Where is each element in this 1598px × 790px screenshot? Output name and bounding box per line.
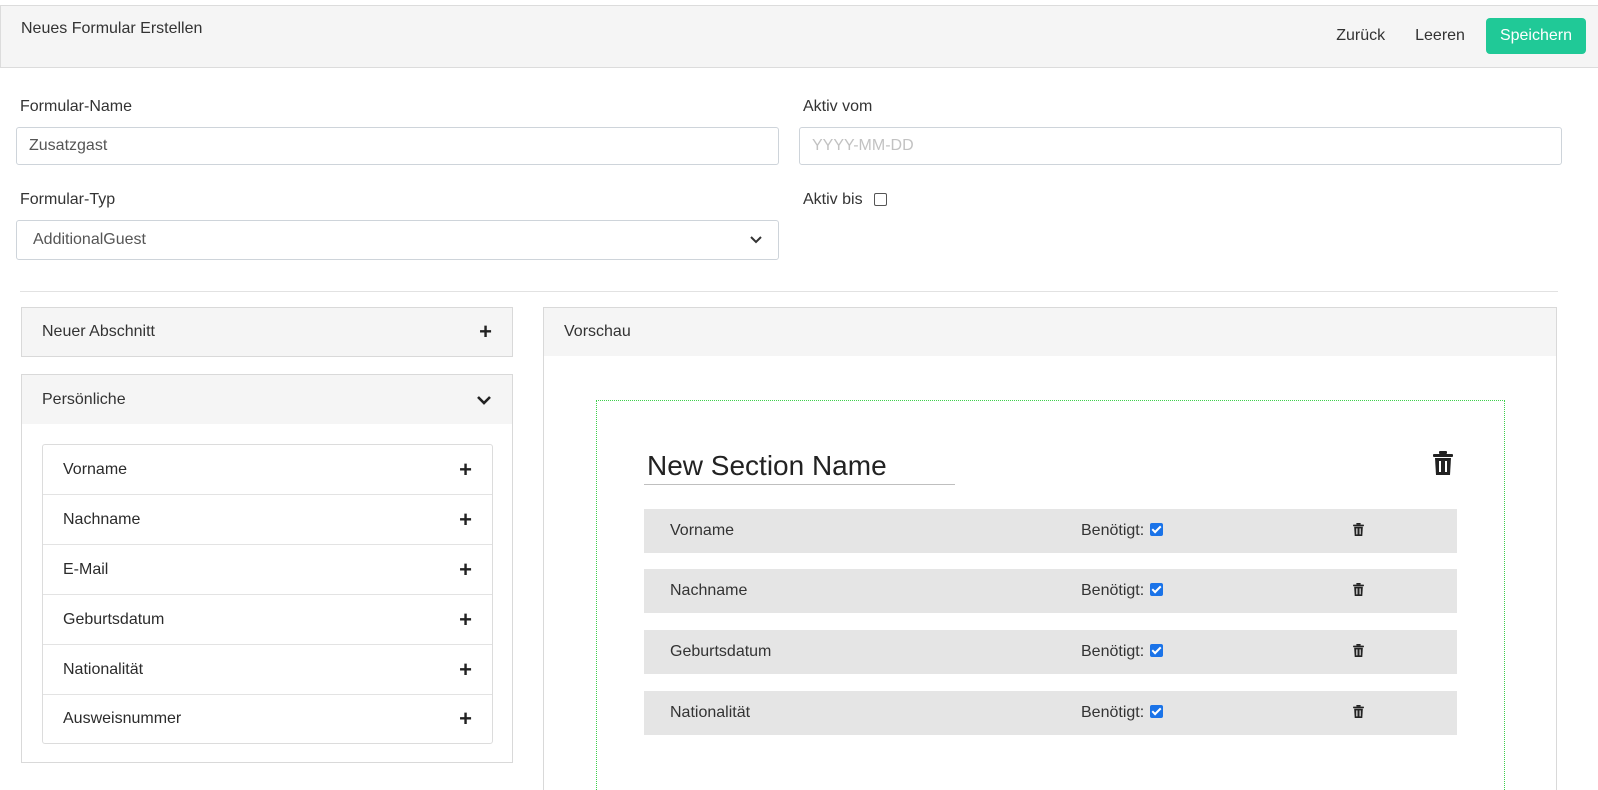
field-item-label: Nachname [63,510,141,528]
table-row: Geburtsdatum Benötigt: [644,630,1457,674]
required-checkbox[interactable] [1150,583,1164,596]
personal-group-body: Vorname + Nachname + E-Mail + Geburtsdat… [21,424,513,763]
chevron-down-icon [750,236,762,244]
list-item[interactable]: Vorname + [43,445,492,495]
required-checkbox[interactable] [1150,523,1164,536]
chevron-down-icon[interactable] [476,395,492,405]
row-label: Geburtsdatum [670,643,772,660]
trash-icon[interactable] [1353,644,1364,657]
required-group: Benötigt: [1081,582,1164,600]
plus-icon[interactable]: + [459,708,472,730]
plus-icon[interactable]: + [459,608,472,631]
form-type-label: Formular-Typ [20,191,116,208]
table-row: Vorname Benötigt: [644,509,1457,553]
plus-icon[interactable]: + [459,558,472,581]
list-item[interactable]: Geburtsdatum + [43,595,492,645]
list-item[interactable]: Nationalität + [43,645,492,695]
field-item-label: Geburtsdatum [63,610,165,628]
required-checkbox[interactable] [1150,705,1164,718]
form-type-select[interactable]: AdditionalGuest [16,220,779,260]
field-list: Vorname + Nachname + E-Mail + Geburtsdat… [42,444,493,744]
required-label: Benötigt: [1081,643,1145,660]
preview-section: New Section Name Vorname Benötigt: Nachn… [596,400,1505,790]
list-item[interactable]: E-Mail + [43,545,492,595]
trash-icon[interactable] [1433,451,1453,475]
table-row: Nationalität Benötigt: [644,691,1457,735]
divider [20,291,1558,292]
active-from-label: Aktiv vom [803,98,873,115]
active-until-group: Aktiv bis [803,191,888,209]
preview-title: Vorschau [564,323,631,340]
plus-icon[interactable]: + [459,658,472,681]
row-label: Vorname [670,522,735,539]
plus-icon[interactable]: + [459,458,472,481]
required-group: Benötigt: [1081,704,1164,722]
header-actions: Zurück Leeren Speichern [1321,18,1586,54]
trash-icon[interactable] [1353,583,1364,596]
page-header: Neues Formular Erstellen Zurück Leeren S… [0,5,1598,68]
preview-header: Vorschau [543,307,1557,357]
page-title: Neues Formular Erstellen [21,20,203,37]
personal-group-label: Persönliche [42,390,126,408]
row-label: Nachname [670,582,748,599]
form-name-input[interactable] [16,127,779,165]
active-until-checkbox[interactable] [874,193,888,207]
required-label: Benötigt: [1081,582,1145,599]
active-until-label: Aktiv bis [803,191,863,208]
preview-body: New Section Name Vorname Benötigt: Nachn… [543,356,1557,790]
back-button[interactable]: Zurück [1321,18,1400,54]
required-checkbox[interactable] [1150,644,1164,657]
row-label: Nationalität [670,704,751,721]
plus-icon[interactable]: + [459,508,472,531]
field-item-label: Vorname [63,460,128,478]
field-item-label: E-Mail [63,560,109,578]
form-type-value: AdditionalGuest [33,231,146,248]
trash-icon[interactable] [1353,705,1364,718]
trash-icon[interactable] [1353,523,1364,536]
personal-group-header[interactable]: Persönliche [21,374,513,425]
new-section-label: Neuer Abschnitt [42,323,155,340]
section-name-input[interactable]: New Section Name [644,447,955,485]
save-button[interactable]: Speichern [1485,18,1586,54]
new-section-card[interactable]: Neuer Abschnitt + [21,307,513,357]
required-label: Benötigt: [1081,522,1145,539]
field-item-label: Nationalität [63,660,144,678]
list-item[interactable]: Nachname + [43,495,492,545]
list-item[interactable]: Ausweisnummer + [43,695,492,743]
field-item-label: Ausweisnummer [63,710,182,727]
form-builder-page: Neues Formular Erstellen Zurück Leeren S… [0,0,1598,790]
form-name-label: Formular-Name [20,98,133,115]
clear-button[interactable]: Leeren [1400,18,1480,54]
required-group: Benötigt: [1081,522,1164,540]
table-row: Nachname Benötigt: [644,569,1457,613]
plus-icon[interactable]: + [479,321,492,343]
required-group: Benötigt: [1081,643,1164,661]
required-label: Benötigt: [1081,704,1145,721]
active-from-input[interactable] [799,127,1562,165]
